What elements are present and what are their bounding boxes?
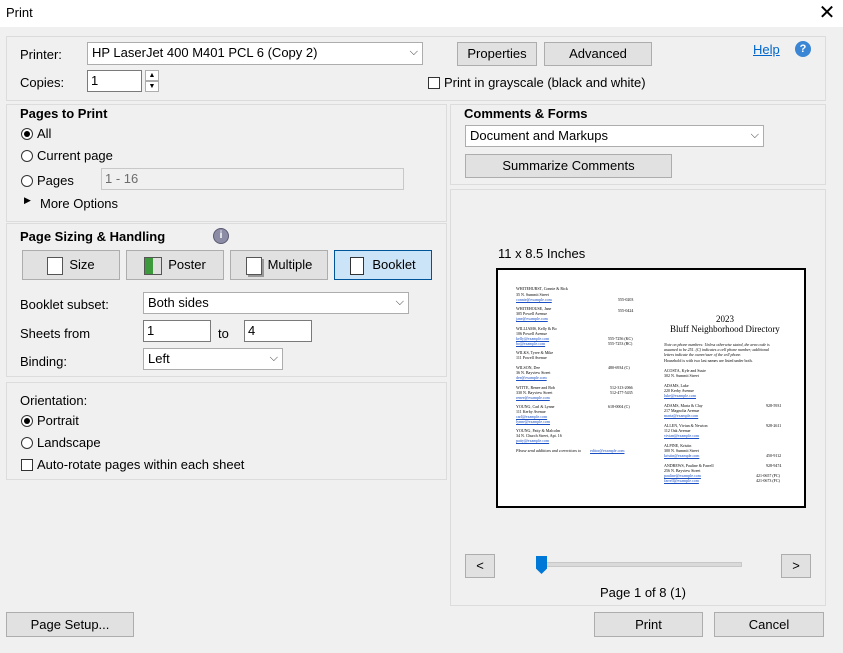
comments-value: Document and Markups [470,128,609,143]
prev-page-button[interactable]: < [465,554,495,578]
page-range-input[interactable]: 1 - 16 [101,168,404,190]
chevron-down-icon: ⌵ [409,46,418,58]
summarize-comments-button[interactable]: Summarize Comments [465,154,672,178]
properties-button[interactable]: Properties [457,42,537,66]
preview-page: WHITEHURST, Connie & Rick 35 N. Summit S… [496,268,806,508]
autorotate-checkbox[interactable] [21,459,33,471]
orientation-panel: Orientation: Portrait Landscape Auto-rot… [6,382,447,480]
radio-all[interactable] [21,128,33,140]
cancel-button[interactable]: Cancel [714,612,824,637]
copies-label: Copies: [20,75,65,90]
chevron-down-icon: ⌵ [395,296,404,308]
sheets-from-label: Sheets from [20,326,91,341]
booklet-icon [350,256,365,275]
booklet-label: Booklet [372,257,416,272]
size-label: Size [69,257,95,272]
printer-select[interactable]: HP LaserJet 400 M401 PCL 6 (Copy 2) ⌵ [87,42,423,65]
pages-heading: Pages to Print [20,106,108,121]
multiple-pages-icon [245,256,262,275]
binding-label: Binding: [20,354,67,369]
page-indicator: Page 1 of 8 (1) [600,585,686,600]
copies-input[interactable]: 1 [87,70,142,92]
booklet-subset-select[interactable]: Both sides ⌵ [143,292,409,314]
copies-value: 1 [91,73,99,88]
sheets-from-value: 1 [147,323,155,338]
binding-value: Left [148,351,170,366]
pages-panel: Pages to Print All Current page Pages 1 … [6,104,447,222]
printer-panel: Printer: HP LaserJet 400 M401 PCL 6 (Cop… [6,36,826,101]
size-icon [47,256,64,275]
booklet-button[interactable]: Booklet [334,250,432,280]
close-icon[interactable]: ✕ [817,3,837,24]
poster-button[interactable]: Poster [126,250,224,280]
radio-pages[interactable] [21,175,33,187]
grayscale-checkbox[interactable] [428,77,440,89]
radio-current-page[interactable] [21,150,33,162]
preview-size-label: 11 x 8.5 Inches [498,246,586,261]
preview-left-text: WHITEHURST, Connie & Rick [516,286,568,291]
triangle-right-icon[interactable]: ▶ [24,195,31,206]
advanced-button[interactable]: Advanced [544,42,652,66]
radio-landscape[interactable] [21,437,33,449]
sheets-to-label: to [218,326,229,341]
radio-all-label: All [37,126,52,141]
radio-current-label: Current page [37,148,113,163]
chevron-down-icon: ⌵ [269,352,278,364]
info-icon[interactable]: i [213,228,229,244]
poster-icon [144,256,163,275]
preview-year: 2023 [716,314,734,324]
grayscale-label: Print in grayscale (black and white) [444,75,646,90]
sheets-to-value: 4 [248,323,256,338]
help-icon[interactable]: ? [795,41,811,57]
copies-decrement[interactable]: ▼ [145,81,159,92]
binding-select[interactable]: Left ⌵ [143,348,283,370]
window-title: Print [6,5,33,20]
sheets-from-input[interactable]: 1 [143,320,211,342]
page-slider-track[interactable] [536,562,742,567]
comments-panel: Comments & Forms Document and Markups ⌵ … [450,104,826,185]
help-link[interactable]: Help [753,42,780,57]
preview-directory-title: Bluff Neighborhood Directory [670,324,780,334]
autorotate-label: Auto-rotate pages within each sheet [37,457,245,472]
more-options-link[interactable]: More Options [40,196,118,211]
copies-increment[interactable]: ▲ [145,70,159,81]
radio-portrait[interactable] [21,415,33,427]
radio-portrait-label: Portrait [37,413,79,428]
multiple-label: Multiple [267,257,313,272]
print-button[interactable]: Print [594,612,703,637]
comments-heading: Comments & Forms [464,106,588,121]
poster-label: Poster [168,257,206,272]
multiple-button[interactable]: Multiple [230,250,328,280]
sizing-panel: Page Sizing & Handling i Size Poster Mul… [6,223,447,377]
sheets-to-input[interactable]: 4 [244,320,312,342]
sizing-heading: Page Sizing & Handling [20,229,166,244]
radio-pages-label: Pages [37,173,74,188]
page-range-value: 1 - 16 [105,171,139,186]
chevron-down-icon: ⌵ [750,129,759,141]
printer-label: Printer: [20,47,62,62]
comments-select[interactable]: Document and Markups ⌵ [465,125,764,147]
next-page-button[interactable]: > [781,554,811,578]
booklet-subset-label: Booklet subset: [20,297,109,312]
page-setup-button[interactable]: Page Setup... [6,612,134,637]
orientation-heading: Orientation: [20,393,88,408]
printer-value: HP LaserJet 400 M401 PCL 6 (Copy 2) [92,45,318,60]
size-button[interactable]: Size [22,250,120,280]
booklet-subset-value: Both sides [148,295,209,310]
radio-landscape-label: Landscape [37,435,101,450]
